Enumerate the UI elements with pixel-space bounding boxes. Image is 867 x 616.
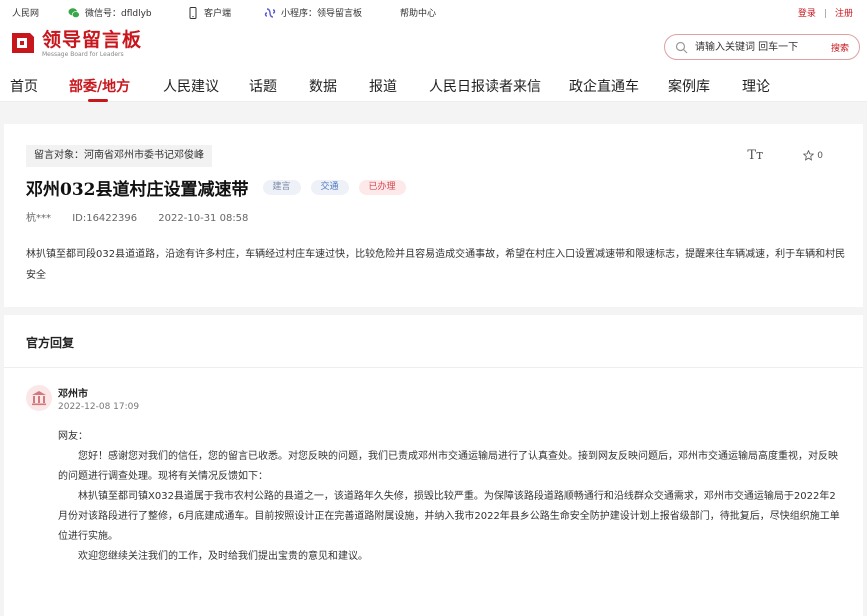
search-box: 搜索 <box>664 34 860 60</box>
reply-paragraph-1: 您好！感谢您对我们的信任，您的留言已收悉。对您反映的问题，我们已责成邓州市交通运… <box>58 451 838 482</box>
miniprogram-label: 小程序：领导留言板 <box>281 9 363 19</box>
message-date: 2022-10-31 08:58 <box>158 213 249 224</box>
government-building-icon <box>32 391 46 406</box>
reply-org-name: 邓州市 <box>58 389 88 400</box>
reply-heading: 官方回复 <box>26 336 75 350</box>
reply-paragraph-2: 林扒镇至都司镇X032县道属于我市农村公路的县道之一，该道路年久失修，损毁比较严… <box>58 491 840 542</box>
client-link[interactable]: 客户端 <box>187 6 231 19</box>
message-id: ID:16422396 <box>72 213 138 224</box>
tab-government-enterprise[interactable]: 政企直通车 <box>569 76 639 96</box>
message-meta: 杭*** ID:16422396 2022-10-31 08:58 <box>26 209 266 224</box>
tab-topics[interactable]: 话题 <box>249 76 277 96</box>
help-link[interactable]: 帮助中心 <box>400 6 436 19</box>
reply-paragraph-3: 欢迎您继续关注我们的工作，及时给我们提出宝贵的意见和建议。 <box>78 551 368 562</box>
miniprogram-link[interactable]: 小程序：领导留言板 <box>264 6 362 19</box>
tag-suggestion: 建言 <box>262 180 301 195</box>
wechat-link[interactable]: 微信号：dfldlyb <box>68 6 152 19</box>
tab-readers-letters[interactable]: 人民日报读者来信 <box>429 76 541 96</box>
auth-links: 登录 | 注册 <box>798 6 853 19</box>
tab-ministries-local[interactable]: 部委/地方 <box>69 76 130 96</box>
wechat-label: 微信号：dfldlyb <box>85 9 152 19</box>
site-link[interactable]: 人民网 <box>12 6 39 19</box>
site-label: 人民网 <box>12 9 40 19</box>
tag-traffic: 交通 <box>310 180 349 195</box>
active-tab-indicator <box>88 99 108 102</box>
tab-data[interactable]: 数据 <box>309 76 337 96</box>
favorite-count: 0 <box>817 150 823 161</box>
tab-people-suggestions[interactable]: 人民建议 <box>163 76 219 96</box>
help-label: 帮助中心 <box>400 9 437 19</box>
miniprogram-icon <box>264 7 276 18</box>
top-utility-bar: 人民网 微信号：dfldlyb 客户端 小程序：领导留言板 帮助中心 登录 | 注册 <box>0 0 867 24</box>
reply-divider <box>4 367 863 368</box>
author-name: 杭*** <box>26 213 51 224</box>
login-link[interactable]: 登录 <box>798 9 816 19</box>
official-reply-card: 官方回复 邓州市 2022-12-08 17:09 网友： 您好！感谢您对我们的… <box>4 315 863 616</box>
logo-icon <box>12 33 34 53</box>
tab-theory[interactable]: 理论 <box>742 76 770 96</box>
tab-reports[interactable]: 报道 <box>369 76 397 96</box>
logo-title: 领导留言板 <box>42 29 143 51</box>
site-header: 领导留言板 Message Board for Leaders 搜索 <box>0 24 867 68</box>
search-input[interactable] <box>695 39 815 56</box>
search-button[interactable]: 搜索 <box>831 41 849 54</box>
message-tools: Tт 0 <box>747 148 823 163</box>
reply-greeting: 网友： <box>58 431 88 442</box>
message-title: 邓州032县道村庄设置减速带 <box>26 180 249 200</box>
tab-home[interactable]: 首页 <box>10 76 38 96</box>
status-badge: 已办理 <box>358 180 406 195</box>
title-row: 邓州032县道村庄设置减速带 建言 交通 已办理 <box>26 175 406 200</box>
wechat-icon <box>68 7 80 18</box>
message-card: 留言对象：河南省邓州市委书记邓俊峰 Tт 0 邓州032县道村庄设置减速带 建言… <box>4 124 863 307</box>
font-size-button[interactable]: Tт <box>747 148 763 163</box>
site-logo[interactable]: 领导留言板 Message Board for Leaders <box>10 30 142 59</box>
client-label: 客户端 <box>204 9 232 19</box>
search-icon <box>675 41 688 54</box>
phone-icon <box>189 6 197 19</box>
message-body: 林扒镇至都司段032县道道路，沿途有许多村庄，车辆经过村庄车速过快，比较危险并且… <box>26 249 846 281</box>
register-link[interactable]: 注册 <box>835 9 853 19</box>
main-nav: 首页 部委/地方 人民建议 话题 数据 报道 人民日报读者来信 政企直通车 案例… <box>0 68 867 102</box>
auth-separator: | <box>823 9 827 19</box>
message-target: 留言对象：河南省邓州市委书记邓俊峰 <box>26 145 212 167</box>
star-icon[interactable] <box>803 150 815 161</box>
logo-subtitle: Message Board for Leaders <box>42 51 124 58</box>
tab-case-library[interactable]: 案例库 <box>668 76 710 96</box>
avatar <box>26 385 52 411</box>
reply-body: 网友： 您好！感谢您对我们的信任，您的留言已收悉。对您反映的问题，我们已责成邓州… <box>58 427 843 567</box>
reply-date: 2022-12-08 17:09 <box>58 402 140 412</box>
